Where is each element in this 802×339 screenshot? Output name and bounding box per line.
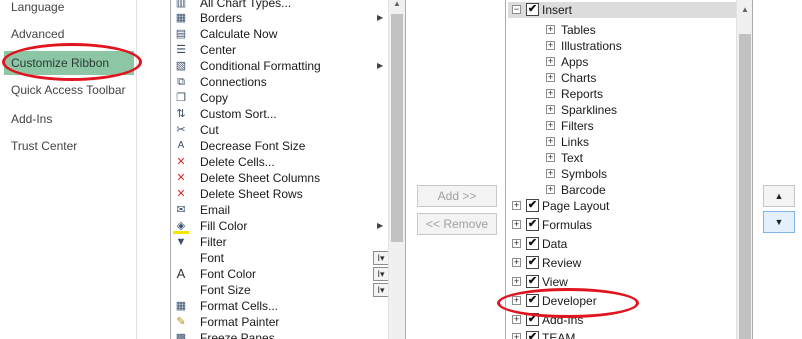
move-up-button[interactable]: ▲: [763, 185, 795, 207]
checkbox-review[interactable]: ✔: [526, 256, 539, 269]
nav-quick-access-toolbar[interactable]: Quick Access Toolbar: [0, 78, 136, 102]
commands-list[interactable]: ▥ All Chart Types... ▦ Borders ▶ ▤ Calcu…: [170, 0, 406, 339]
command-item[interactable]: ▩ Freeze Panes: [171, 330, 389, 339]
checkbox-formulas[interactable]: ✔: [526, 218, 539, 231]
expand-icon[interactable]: +: [546, 25, 555, 34]
delete-columns-icon: ✕: [176, 172, 186, 184]
command-item[interactable]: ▤ Calculate Now: [171, 26, 389, 42]
email-icon: ✉: [176, 204, 186, 216]
calculator-icon: ▤: [175, 28, 187, 40]
checkbox-page-layout[interactable]: ✔: [526, 199, 539, 212]
command-item[interactable]: ⧉ Connections: [171, 74, 389, 90]
combo-box-icon: I▾: [373, 251, 389, 265]
expand-icon[interactable]: +: [546, 41, 555, 50]
borders-icon: ▦: [175, 12, 187, 24]
ribbon-tabs-tree[interactable]: − ✔ Insert + Tables + Illustrations + Ap…: [505, 0, 753, 339]
expand-icon[interactable]: +: [512, 315, 521, 324]
submenu-arrow-icon: ▶: [377, 61, 384, 70]
nav-trust-center[interactable]: Trust Center: [0, 134, 136, 158]
submenu-arrow-icon: ▶: [377, 13, 384, 22]
expand-icon[interactable]: +: [546, 57, 555, 66]
command-item[interactable]: ▼ Filter: [171, 234, 389, 250]
command-item[interactable]: ☰ Center: [171, 42, 389, 58]
expand-icon[interactable]: +: [546, 121, 555, 130]
submenu-arrow-icon: ▶: [377, 221, 384, 230]
tree-item-insert[interactable]: − ✔ Insert: [506, 2, 736, 18]
filter-icon: ▼: [175, 236, 187, 248]
checkbox-data[interactable]: ✔: [526, 237, 539, 250]
connections-icon: ⧉: [177, 76, 185, 88]
commands-scrollbar[interactable]: ▲: [388, 0, 405, 339]
command-item[interactable]: ▦ Format Cells...: [171, 298, 389, 314]
format-cells-icon: ▦: [175, 300, 187, 312]
fill-color-icon: ◈: [173, 218, 189, 234]
tree-scrollbar[interactable]: ▲: [736, 0, 752, 339]
command-item[interactable]: ✉ Email: [171, 202, 389, 218]
command-item[interactable]: ◈ Fill Color ▶: [171, 218, 389, 234]
format-painter-icon: ✎: [176, 316, 186, 328]
command-item[interactable]: ✎ Format Painter: [171, 314, 389, 330]
checkbox-team[interactable]: ✔: [526, 331, 539, 339]
command-item[interactable]: A Font Color I▾: [171, 266, 389, 282]
nav-language[interactable]: Language: [0, 0, 136, 19]
expand-icon[interactable]: +: [546, 185, 555, 194]
expand-icon[interactable]: +: [512, 239, 521, 248]
scroll-up-icon[interactable]: ▲: [737, 2, 752, 18]
command-item[interactable]: ▦ Borders ▶: [171, 10, 389, 26]
checkbox-insert[interactable]: ✔: [526, 3, 539, 16]
checkbox-add-ins[interactable]: ✔: [526, 313, 539, 326]
command-item[interactable]: ✕ Delete Sheet Rows: [171, 186, 389, 202]
expand-icon[interactable]: +: [512, 220, 521, 229]
scroll-up-icon[interactable]: ▲: [389, 0, 405, 12]
expand-icon[interactable]: +: [512, 277, 521, 286]
expand-icon[interactable]: +: [512, 201, 521, 210]
expand-icon[interactable]: +: [546, 137, 555, 146]
expand-icon[interactable]: +: [546, 73, 555, 82]
nav-advanced[interactable]: Advanced: [0, 22, 136, 46]
remove-button[interactable]: << Remove: [417, 213, 497, 235]
conditional-formatting-icon: ▧: [175, 60, 187, 72]
checkbox-view[interactable]: ✔: [526, 275, 539, 288]
options-navigation: Language Advanced Customize Ribbon Quick…: [0, 0, 137, 339]
command-item[interactable]: ⇅ Custom Sort...: [171, 106, 389, 122]
command-item[interactable]: ✕ Delete Cells...: [171, 154, 389, 170]
copy-icon: ❐: [176, 92, 186, 104]
scrollbar-thumb[interactable]: [739, 34, 751, 339]
move-down-button[interactable]: ▼: [763, 211, 795, 233]
command-item[interactable]: Font Size I▾: [171, 282, 389, 298]
decrease-font-icon: A: [177, 140, 185, 151]
delete-rows-icon: ✕: [176, 188, 186, 200]
expand-icon[interactable]: +: [512, 296, 521, 305]
command-item[interactable]: ▧ Conditional Formatting ▶: [171, 58, 389, 74]
nav-add-ins[interactable]: Add-Ins: [0, 107, 136, 131]
command-item[interactable]: A Decrease Font Size: [171, 138, 389, 154]
expand-icon[interactable]: +: [512, 258, 521, 267]
expand-icon[interactable]: +: [546, 169, 555, 178]
command-item[interactable]: Font I▾: [171, 250, 389, 266]
combo-box-icon: I▾: [373, 267, 389, 281]
expand-icon[interactable]: +: [512, 333, 521, 339]
align-center-icon: ☰: [176, 44, 186, 56]
scissors-icon: ✂: [176, 124, 186, 136]
font-color-icon: A: [176, 266, 186, 281]
collapse-icon[interactable]: −: [512, 5, 521, 14]
command-item[interactable]: ❐ Copy: [171, 90, 389, 106]
expand-icon[interactable]: +: [546, 105, 555, 114]
nav-customize-ribbon[interactable]: Customize Ribbon: [4, 51, 134, 75]
expand-icon[interactable]: +: [546, 153, 555, 162]
scrollbar-thumb[interactable]: [391, 14, 403, 242]
combo-box-icon: I▾: [373, 283, 389, 297]
freeze-panes-icon: ▩: [175, 332, 187, 339]
delete-cells-icon: ✕: [176, 156, 186, 168]
sort-icon: ⇅: [176, 108, 186, 120]
add-button[interactable]: Add >>: [417, 185, 497, 207]
command-item[interactable]: ✂ Cut: [171, 122, 389, 138]
checkbox-developer[interactable]: ✔: [526, 294, 539, 307]
command-item[interactable]: ✕ Delete Sheet Columns: [171, 170, 389, 186]
expand-icon[interactable]: +: [546, 89, 555, 98]
